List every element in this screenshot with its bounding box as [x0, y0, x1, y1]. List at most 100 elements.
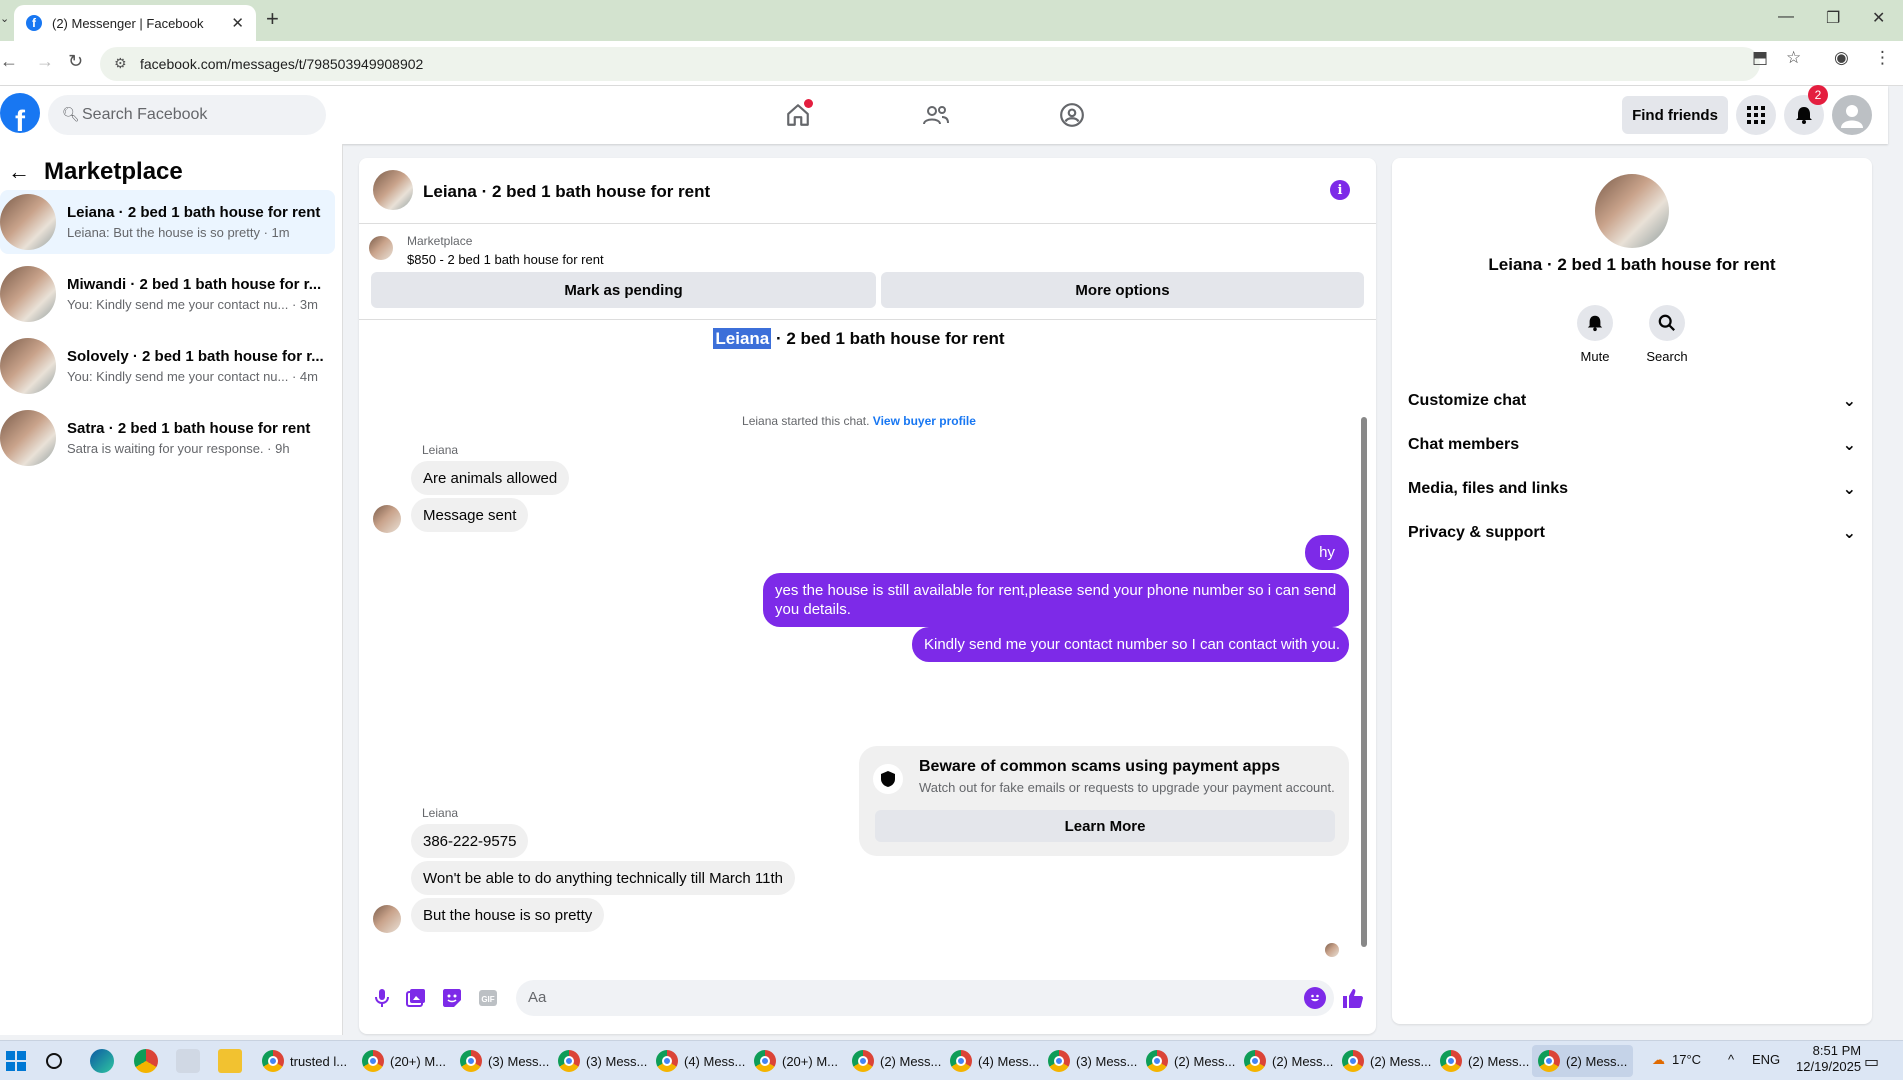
- taskbar-window-8[interactable]: (4) Mess...: [950, 1045, 1039, 1077]
- find-friends-button[interactable]: Find friends: [1622, 96, 1728, 134]
- message-bubble-outgoing[interactable]: yes the house is still available for ren…: [763, 573, 1349, 627]
- restore-icon[interactable]: ❐: [1826, 8, 1840, 28]
- search-in-chat-button[interactable]: Search: [1632, 305, 1702, 364]
- file-explorer-icon[interactable]: [218, 1049, 242, 1073]
- chrome-icon[interactable]: [134, 1049, 158, 1073]
- taskbar-window-6[interactable]: (20+) M...: [754, 1045, 838, 1077]
- notification-center-icon[interactable]: ▭: [1864, 1052, 1879, 1072]
- forward-icon[interactable]: →: [36, 51, 54, 72]
- message-bubble-incoming[interactable]: Won't be able to do anything technically…: [411, 861, 796, 895]
- message-bubble-incoming[interactable]: Are animals allowed: [411, 461, 570, 495]
- taskbar-window-3[interactable]: (3) Mess...: [460, 1045, 549, 1077]
- back-icon[interactable]: ←: [0, 51, 18, 72]
- taskbar-window-2[interactable]: (20+) M...: [362, 1045, 446, 1077]
- taskbar-window-label: (2) Mess...: [1272, 1053, 1334, 1069]
- windows-start-icon[interactable]: [6, 1051, 26, 1071]
- search-circle-icon[interactable]: [44, 1051, 64, 1071]
- weather-icon[interactable]: ☁: [1652, 1052, 1665, 1068]
- conversation-item-solovely[interactable]: Solovely · 2 bed 1 bath house for r... Y…: [0, 334, 335, 398]
- message-input[interactable]: Aa: [516, 980, 1334, 1016]
- sender-avatar[interactable]: [373, 905, 401, 933]
- search-label: Search: [1646, 349, 1688, 364]
- listing-price-title[interactable]: $850 - 2 bed 1 bath house for rent: [407, 252, 604, 267]
- section-customize-chat[interactable]: Customize chat ⌄: [1408, 381, 1856, 421]
- url-text[interactable]: facebook.com/messages/t/7985039499089​02: [140, 56, 423, 72]
- window-close-icon[interactable]: ✕: [1872, 8, 1885, 28]
- conversation-item-leiana[interactable]: Leiana · 2 bed 1 bath house for rent Lei…: [0, 190, 335, 254]
- app-icon[interactable]: [176, 1049, 200, 1073]
- chat-scrollbar[interactable]: [1358, 321, 1370, 961]
- microphone-icon[interactable]: [371, 987, 393, 1009]
- info-icon[interactable]: i: [1330, 180, 1350, 200]
- tab-title: (2) Messenger | Facebook: [52, 15, 204, 31]
- language-indicator[interactable]: ENG: [1752, 1052, 1780, 1067]
- taskbar-window-14-active[interactable]: (2) Mess...: [1532, 1045, 1634, 1077]
- message-list[interactable]: Leiana · 2 bed 1 bath house for rent Lei…: [359, 321, 1376, 961]
- gif-icon[interactable]: GIF: [477, 987, 499, 1009]
- message-bubble-incoming[interactable]: 386-222-9575: [411, 824, 529, 858]
- taskbar-window-9[interactable]: (3) Mess...: [1048, 1045, 1137, 1077]
- conversation-item-satra[interactable]: Satra · 2 bed 1 bath house for rent Satr…: [0, 406, 335, 470]
- facebook-logo-icon[interactable]: f: [0, 93, 40, 133]
- section-privacy-support[interactable]: Privacy & support ⌄: [1408, 513, 1856, 553]
- like-thumbs-up-icon[interactable]: [1342, 987, 1364, 1009]
- groups-nav-icon[interactable]: [1054, 99, 1090, 131]
- emoji-icon[interactable]: [1304, 987, 1326, 1009]
- taskbar-window-13[interactable]: (2) Mess...: [1440, 1045, 1529, 1077]
- taskbar-window-5[interactable]: (4) Mess...: [656, 1045, 745, 1077]
- install-app-icon[interactable]: ⬒: [1752, 48, 1768, 68]
- message-bubble-incoming[interactable]: But the house is so pretty: [411, 898, 605, 932]
- chat-avatar[interactable]: [373, 170, 413, 210]
- more-options-button[interactable]: More options: [881, 272, 1364, 308]
- edge-icon[interactable]: [90, 1049, 114, 1073]
- menu-grid-icon[interactable]: [1736, 95, 1776, 135]
- site-info-icon[interactable]: ⚙: [114, 55, 127, 72]
- back-arrow-icon[interactable]: ←: [8, 159, 30, 185]
- minimize-icon[interactable]: —: [1778, 8, 1794, 26]
- conversation-item-miwandi[interactable]: Miwandi · 2 bed 1 bath house for r... Yo…: [0, 262, 335, 326]
- weather-temp[interactable]: 17°C: [1672, 1052, 1701, 1067]
- mark-as-pending-button[interactable]: Mark as pending: [371, 272, 876, 308]
- section-chat-members[interactable]: Chat members ⌄: [1408, 425, 1856, 465]
- chat-title[interactable]: Leiana · 2 bed 1 bath house for rent: [423, 182, 710, 202]
- chat-info-avatar[interactable]: [1595, 174, 1669, 248]
- home-nav-icon[interactable]: [780, 99, 816, 131]
- sender-avatar[interactable]: [373, 505, 401, 533]
- taskbar-window-label: (2) Mess...: [1370, 1053, 1432, 1069]
- new-tab-icon[interactable]: +: [266, 6, 279, 32]
- bookmark-star-icon[interactable]: ☆: [1786, 48, 1801, 68]
- message-bubble-outgoing[interactable]: hy: [1305, 535, 1349, 570]
- photo-attach-icon[interactable]: [405, 987, 427, 1009]
- view-buyer-profile-link[interactable]: View buyer profile: [873, 414, 976, 428]
- listing-thumbnail[interactable]: [369, 236, 393, 260]
- tray-chevron-up-icon[interactable]: ^: [1728, 1052, 1734, 1067]
- taskbar-window-4[interactable]: (3) Mess...: [558, 1045, 647, 1077]
- mute-button[interactable]: Mute: [1560, 305, 1630, 364]
- message-bubble-incoming[interactable]: Message sent: [411, 498, 529, 532]
- tab-search-icon[interactable]: ⌄: [0, 12, 9, 25]
- taskbar-window-12[interactable]: (2) Mess...: [1342, 1045, 1431, 1077]
- friends-nav-icon[interactable]: [918, 99, 954, 131]
- learn-more-button[interactable]: Learn More: [875, 810, 1335, 842]
- browser-tab-active[interactable]: f (2) Messenger | Facebook ✕: [14, 5, 256, 41]
- taskbar-window-1[interactable]: trusted l...: [262, 1045, 347, 1077]
- close-tab-icon[interactable]: ✕: [231, 14, 244, 32]
- message-bubble-outgoing[interactable]: Kindly send me your contact number so I …: [912, 627, 1349, 662]
- profile-icon[interactable]: ◉: [1834, 48, 1849, 68]
- account-avatar[interactable]: [1832, 95, 1872, 135]
- taskbar-window-10[interactable]: (2) Mess...: [1146, 1045, 1235, 1077]
- facebook-search-box[interactable]: 🔍︎ Search Facebook: [48, 95, 326, 135]
- clock[interactable]: 8:51 PM 12/19/2025: [1796, 1043, 1861, 1075]
- section-media-files-links[interactable]: Media, files and links ⌄: [1408, 469, 1856, 509]
- section-label: Privacy & support: [1408, 524, 1545, 541]
- sticker-icon[interactable]: [441, 987, 463, 1009]
- chat-scroll-thumb[interactable]: [1361, 417, 1367, 947]
- taskbar-window-11[interactable]: (2) Mess...: [1244, 1045, 1333, 1077]
- taskbar-window-7[interactable]: (2) Mess...: [852, 1045, 941, 1077]
- marketplace-label: Marketplace: [407, 234, 473, 248]
- reload-icon[interactable]: ↻: [68, 51, 83, 72]
- browser-menu-icon[interactable]: ⋮: [1874, 48, 1891, 68]
- omnibox[interactable]: ⚙ facebook.com/messages/t/7985039499089​…: [100, 47, 1760, 81]
- windows-taskbar: trusted l... (20+) M... (3) Mess... (3) …: [0, 1040, 1903, 1080]
- message-input-placeholder: Aa: [528, 989, 547, 1006]
